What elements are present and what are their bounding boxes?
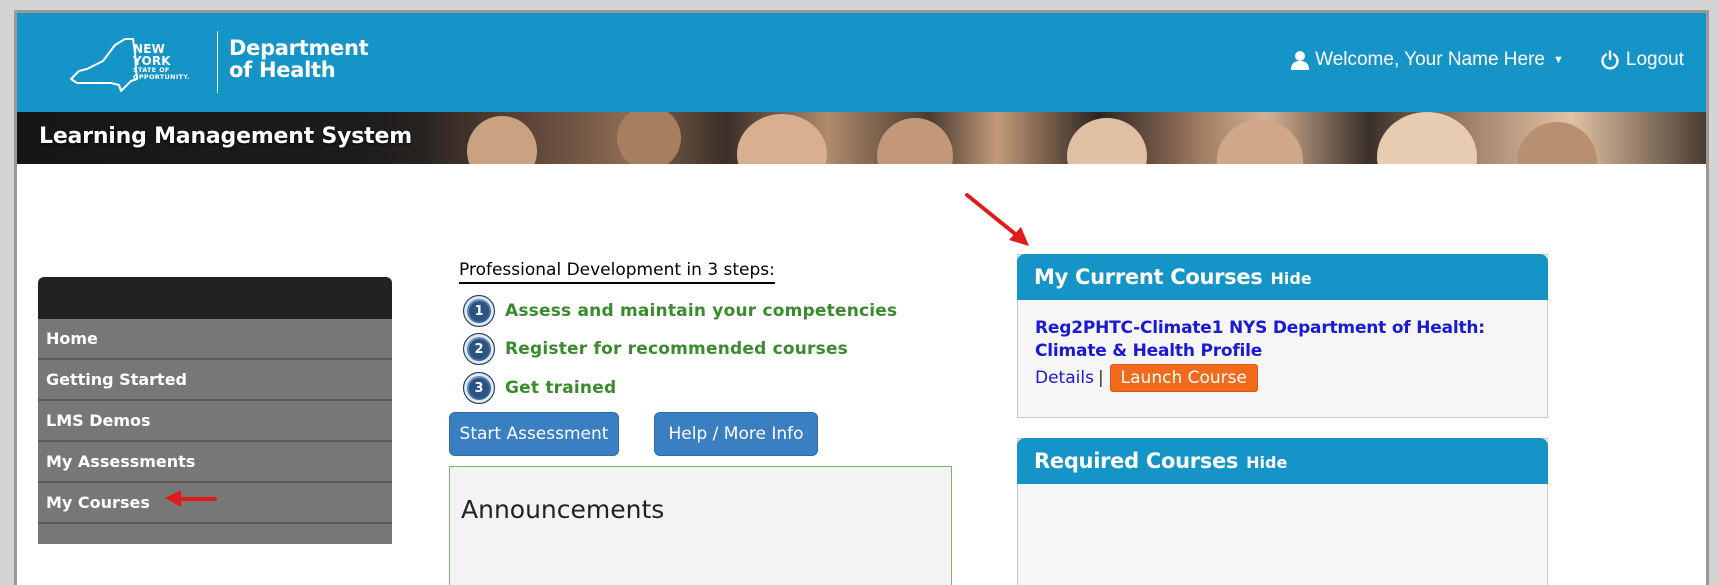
logo-line-opportunity: OPPORTUNITY.: [133, 72, 190, 81]
sidebar-item-getting-started[interactable]: Getting Started: [38, 360, 392, 401]
step-label: Register for recommended courses: [505, 339, 848, 359]
nys-wordmark: NEW YORK STATE OF OPPORTUNITY.: [133, 43, 190, 80]
start-assessment-button[interactable]: Start Assessment: [449, 412, 619, 456]
annotation-arrow-icon: [165, 490, 217, 507]
logout-link[interactable]: Logout: [1600, 49, 1684, 71]
required-courses-title: Required Courses: [1034, 449, 1239, 473]
required-courses-header: Required Courses Hide: [1017, 438, 1548, 484]
logout-label: Logout: [1625, 49, 1684, 70]
sidebar-item-home[interactable]: Home: [38, 319, 392, 360]
step-number: 1: [469, 301, 489, 321]
browser-frame: NEW YORK STATE OF OPPORTUNITY. Departmen…: [14, 10, 1709, 585]
banner-face: [1377, 112, 1477, 164]
step-2: 2 Register for recommended courses: [463, 333, 848, 365]
hide-current-courses-link[interactable]: Hide: [1271, 269, 1312, 288]
sidebar-item-my-assessments[interactable]: My Assessments: [38, 442, 392, 483]
current-courses-panel: My Current Courses Hide Reg2PHTC-Climate1…: [1017, 254, 1548, 418]
step-number: 2: [469, 339, 489, 359]
current-courses-title-wrap: My Current Courses Hide: [1034, 265, 1312, 289]
banner-face: [1517, 122, 1597, 164]
logo-line-of-health: of Health: [229, 58, 336, 82]
required-courses-panel: Required Courses Hide: [1017, 438, 1548, 585]
logo-divider: [217, 31, 218, 93]
step-1: 1 Assess and maintain your competencies: [463, 295, 897, 327]
step-number-badge: 1: [463, 295, 495, 327]
welcome-text: Welcome, Your Name Here: [1315, 49, 1545, 70]
banner-face: [1217, 120, 1303, 164]
sidebar-item-lms-demos[interactable]: LMS Demos: [38, 401, 392, 442]
steps-heading: Professional Development in 3 steps:: [459, 260, 775, 284]
step-number: 3: [469, 378, 489, 398]
launch-course-button[interactable]: Launch Course: [1109, 364, 1258, 392]
annotation-arrow-icon: [965, 193, 1029, 246]
course-actions: Details | Launch Course: [1035, 364, 1258, 392]
banner-face: [1067, 118, 1147, 164]
logo-line-department: Department: [229, 36, 369, 60]
step-number-badge: 2: [463, 333, 495, 365]
step-label: Get trained: [505, 378, 617, 398]
course-details-link[interactable]: Details: [1035, 368, 1094, 388]
chevron-down-icon: ▼: [1552, 54, 1564, 66]
new-york-state-outline-icon: [70, 38, 138, 92]
banner-face: [467, 116, 537, 164]
user-menu-dropdown[interactable]: Welcome, Your Name Here ▼: [1291, 49, 1564, 71]
announcements-title: Announcements: [461, 495, 665, 524]
step-label: Assess and maintain your competencies: [505, 301, 898, 321]
power-icon: [1601, 50, 1619, 70]
logo-line-new-york: NEW YORK: [133, 42, 171, 68]
user-icon: [1291, 51, 1310, 70]
user-bar: Welcome, Your Name Here ▼ Logout: [1291, 49, 1684, 71]
site-header: NEW YORK STATE OF OPPORTUNITY. Departmen…: [17, 13, 1706, 112]
banner-face: [877, 118, 953, 164]
current-courses-header: My Current Courses Hide: [1017, 254, 1548, 300]
course-title-link[interactable]: Reg2PHTC-Climate1 NYS Department of Heal…: [1035, 317, 1505, 363]
required-courses-title-wrap: Required Courses Hide: [1034, 449, 1287, 473]
hide-required-courses-link[interactable]: Hide: [1246, 453, 1287, 472]
step-3: 3 Get trained: [463, 372, 616, 404]
current-courses-title: My Current Courses: [1034, 265, 1263, 289]
department-of-health-wordmark: Department of Health: [229, 36, 369, 82]
help-more-info-button[interactable]: Help / More Info: [654, 412, 818, 456]
sidebar-header: [38, 277, 392, 319]
banner-photo-strip: Learning Management System: [17, 112, 1706, 164]
sidebar-item-partial[interactable]: [38, 524, 392, 544]
action-separator: |: [1097, 368, 1104, 388]
step-number-badge: 3: [463, 372, 495, 404]
announcements-panel: Announcements: [449, 466, 952, 585]
banner-face: [737, 114, 827, 164]
banner-title: Learning Management System: [39, 124, 412, 149]
banner-face: [617, 112, 681, 164]
